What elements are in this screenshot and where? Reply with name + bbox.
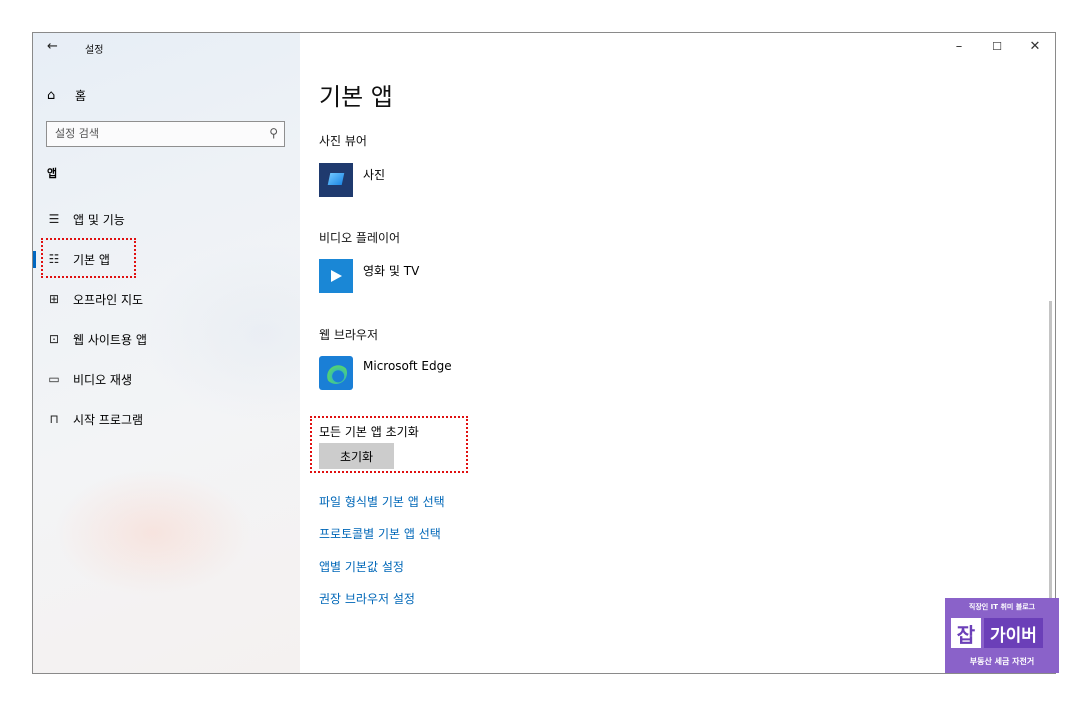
home-icon: ⌂ — [47, 88, 56, 103]
category-label: 비디오 플레이어 — [319, 231, 401, 245]
photos-app-icon — [319, 163, 353, 197]
set-defaults-by-app-link[interactable]: 앱별 기본값 설정 — [319, 558, 404, 575]
watermark-top-text: 직장인 IT 취미 블로그 — [968, 603, 1036, 611]
video-playback-icon: ▭ — [48, 372, 60, 386]
edge-app-icon — [319, 356, 353, 390]
home-label: 홈 — [75, 89, 87, 103]
scrollbar[interactable] — [1049, 301, 1052, 601]
page-title: 기본 앱 — [319, 83, 393, 111]
category-label: 사진 뷰어 — [319, 134, 367, 148]
app-name: Microsoft Edge — [363, 359, 452, 373]
sidebar-item-startup[interactable]: ⊓ 시작 프로그램 — [33, 403, 300, 435]
sidebar-item-label: 오프라인 지도 — [73, 292, 144, 307]
watermark-logo-glyph: 잡 — [951, 618, 981, 648]
default-app-button[interactable]: 사진 — [319, 163, 385, 197]
choose-by-protocol-link[interactable]: 프로토콜별 기본 앱 선택 — [319, 525, 441, 542]
recommended-browser-link[interactable]: 권장 브라우저 설정 — [319, 590, 415, 607]
movies-tv-app-icon — [319, 259, 353, 293]
section-label: 앱 — [47, 167, 58, 180]
default-app-button[interactable]: 영화 및 TV — [319, 259, 419, 293]
settings-window: ← 설정 ⌂ 홈 ⚲ 앱 ☰ 앱 및 기능 ☷ 기본 앱 ⊞ 오프라인 지도 ⊡… — [32, 32, 1056, 674]
highlight-box — [310, 416, 468, 473]
search-icon[interactable]: ⚲ — [269, 126, 278, 140]
sidebar-item-apps-for-websites[interactable]: ⊡ 웹 사이트용 앱 — [33, 323, 300, 355]
search-input[interactable] — [55, 127, 255, 140]
maximize-button[interactable]: ☐ — [987, 40, 1007, 53]
sidebar-item-label: 웹 사이트용 앱 — [73, 332, 147, 347]
title-bar: ← 설정 — [33, 33, 300, 61]
app-name: 영화 및 TV — [363, 264, 420, 278]
sidebar-item-offline-maps[interactable]: ⊞ 오프라인 지도 — [33, 283, 300, 315]
startup-icon: ⊓ — [49, 412, 59, 426]
apps-for-websites-icon: ⊡ — [48, 332, 60, 346]
sidebar: ← 설정 ⌂ 홈 ⚲ 앱 ☰ 앱 및 기능 ☷ 기본 앱 ⊞ 오프라인 지도 ⊡… — [33, 33, 300, 673]
search-box[interactable]: ⚲ — [46, 121, 285, 147]
category-label: 웹 브라우저 — [319, 328, 379, 342]
apps-features-icon: ☰ — [48, 212, 60, 226]
default-app-button[interactable]: Microsoft Edge — [319, 356, 452, 390]
sidebar-item-label: 시작 프로그램 — [73, 412, 144, 427]
watermark-bottom-text: 부동산 세금 자전거 — [969, 657, 1035, 666]
offline-maps-icon: ⊞ — [48, 292, 60, 306]
watermark-main: 잡 가이버 — [951, 618, 1043, 648]
main-content: – ☐ ✕ 기본 앱 사진 뷰어 사진 비디오 플레이어 영화 및 TV 웹 브… — [300, 33, 1055, 673]
sidebar-item-label: 앱 및 기능 — [73, 212, 125, 227]
app-name: 사진 — [363, 168, 386, 182]
choose-by-file-type-link[interactable]: 파일 형식별 기본 앱 선택 — [319, 493, 445, 510]
sidebar-item-apps-features[interactable]: ☰ 앱 및 기능 — [33, 203, 300, 235]
close-button[interactable]: ✕ — [1025, 39, 1045, 54]
active-indicator — [33, 251, 36, 268]
sidebar-item-label: 비디오 재생 — [73, 372, 133, 387]
highlight-box — [41, 238, 136, 278]
window-title: 설정 — [85, 45, 104, 56]
watermark-logo: 직장인 IT 취미 블로그 잡 가이버 부동산 세금 자전거 — [945, 598, 1059, 673]
minimize-button[interactable]: – — [949, 39, 969, 54]
home-link[interactable]: ⌂ 홈 — [47, 87, 86, 104]
sidebar-item-video-playback[interactable]: ▭ 비디오 재생 — [33, 363, 300, 395]
watermark-name: 가이버 — [984, 618, 1043, 648]
back-arrow-icon[interactable]: ← — [47, 39, 58, 54]
